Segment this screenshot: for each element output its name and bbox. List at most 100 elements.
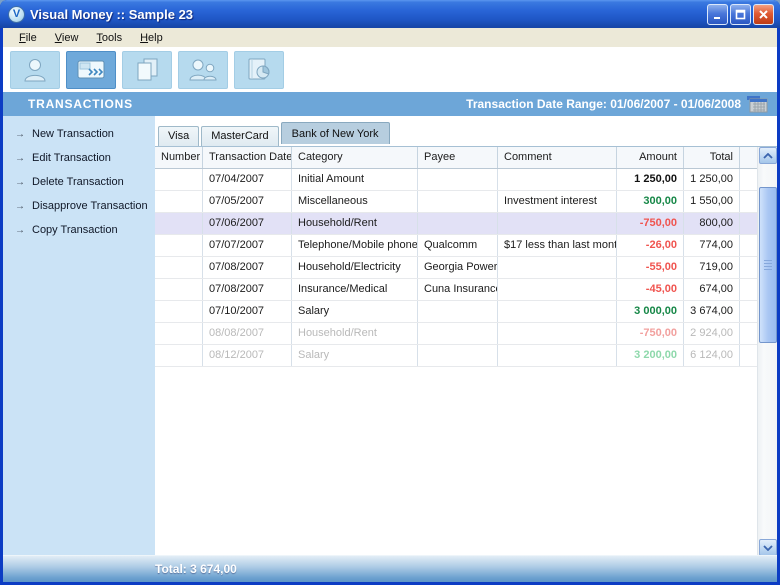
table-row[interactable]: 08/08/2007 Household/Rent -750,00 2 924,… bbox=[155, 323, 757, 345]
vertical-scrollbar[interactable] bbox=[757, 147, 777, 556]
column-header[interactable]: Amount bbox=[617, 147, 684, 168]
cell-category: Insurance/Medical bbox=[292, 279, 418, 300]
account-tab[interactable]: MasterCard bbox=[201, 126, 278, 146]
window-title: Visual Money :: Sample 23 bbox=[30, 7, 705, 22]
transactions-grid: NumberTransaction DateCategoryPayeeComme… bbox=[155, 146, 777, 555]
column-header[interactable]: Category bbox=[292, 147, 418, 168]
status-bar: Total: 3 674,00 bbox=[3, 555, 777, 582]
sidebar-action[interactable]: → Edit Transaction bbox=[3, 146, 155, 170]
menu-item[interactable]: File bbox=[10, 30, 46, 46]
toolbar-button-transactions[interactable] bbox=[66, 51, 116, 89]
account-tabs: VisaMasterCardBank of New York bbox=[155, 116, 777, 146]
cell-filler bbox=[740, 301, 757, 322]
grid-header-row: NumberTransaction DateCategoryPayeeComme… bbox=[155, 147, 757, 169]
table-row[interactable]: 07/06/2007 Household/Rent -750,00 800,00 bbox=[155, 213, 757, 235]
cell-number bbox=[155, 169, 203, 190]
cell-number bbox=[155, 301, 203, 322]
toolbar-button-payees[interactable] bbox=[178, 51, 228, 89]
cell-transaction-date: 08/12/2007 bbox=[203, 345, 292, 366]
cell-category: Household/Electricity bbox=[292, 257, 418, 278]
cell-total: 1 250,00 bbox=[684, 169, 740, 190]
grid-table: NumberTransaction DateCategoryPayeeComme… bbox=[155, 147, 757, 367]
cell-filler bbox=[740, 279, 757, 300]
arrow-icon: → bbox=[15, 201, 32, 212]
column-header[interactable] bbox=[740, 147, 757, 168]
cell-filler bbox=[740, 169, 757, 190]
menu-item[interactable]: View bbox=[46, 30, 88, 46]
cell-filler bbox=[740, 323, 757, 344]
cell-payee bbox=[418, 213, 498, 234]
menu-item[interactable]: Tools bbox=[87, 30, 131, 46]
table-row[interactable]: 07/04/2007 Initial Amount 1 250,00 1 250… bbox=[155, 169, 757, 191]
cell-total: 774,00 bbox=[684, 235, 740, 256]
cell-payee bbox=[418, 301, 498, 322]
cell-amount: 300,00 bbox=[617, 191, 684, 212]
table-row[interactable]: 07/08/2007 Insurance/Medical Cuna Insura… bbox=[155, 279, 757, 301]
section-header: TRANSACTIONS Transaction Date Range: 01/… bbox=[3, 92, 777, 116]
calendar-icon[interactable] bbox=[747, 96, 769, 113]
scroll-up-button[interactable] bbox=[759, 147, 777, 164]
person-icon bbox=[20, 56, 50, 84]
table-row[interactable]: 07/08/2007 Household/Electricity Georgia… bbox=[155, 257, 757, 279]
column-header[interactable]: Transaction Date bbox=[203, 147, 292, 168]
app-logo-icon: V bbox=[8, 6, 25, 23]
column-header[interactable]: Comment bbox=[498, 147, 617, 168]
column-header[interactable]: Total bbox=[684, 147, 740, 168]
cell-comment bbox=[498, 169, 617, 190]
date-range-label: Transaction Date Range: 01/06/2007 - 01/… bbox=[466, 97, 741, 111]
sidebar-action[interactable]: → Disapprove Transaction bbox=[3, 194, 155, 218]
arrow-icon: → bbox=[15, 153, 32, 164]
minimize-button[interactable] bbox=[707, 4, 728, 25]
cell-transaction-date: 07/07/2007 bbox=[203, 235, 292, 256]
table-row[interactable]: 08/12/2007 Salary 3 200,00 6 124,00 bbox=[155, 345, 757, 367]
window-body: FileViewToolsHelp bbox=[3, 28, 777, 582]
cell-amount: 3 000,00 bbox=[617, 301, 684, 322]
column-header[interactable]: Number bbox=[155, 147, 203, 168]
main-area: → New Transaction → Edit Transaction → D… bbox=[3, 116, 777, 555]
sidebar-action[interactable]: → Delete Transaction bbox=[3, 170, 155, 194]
maximize-button[interactable] bbox=[730, 4, 751, 25]
sidebar-action[interactable]: → Copy Transaction bbox=[3, 218, 155, 242]
cell-total: 719,00 bbox=[684, 257, 740, 278]
close-icon bbox=[757, 8, 770, 21]
card-arrows-icon bbox=[75, 57, 107, 83]
cell-transaction-date: 07/08/2007 bbox=[203, 279, 292, 300]
cell-filler bbox=[740, 191, 757, 212]
toolbar-button-copy[interactable] bbox=[122, 51, 172, 89]
arrow-icon: → bbox=[15, 225, 32, 236]
toolbar-button-accounts[interactable] bbox=[10, 51, 60, 89]
close-button[interactable] bbox=[753, 4, 774, 25]
cell-amount: -45,00 bbox=[617, 279, 684, 300]
column-header[interactable]: Payee bbox=[418, 147, 498, 168]
menu-item[interactable]: Help bbox=[131, 30, 172, 46]
cell-category: Household/Rent bbox=[292, 213, 418, 234]
cell-total: 800,00 bbox=[684, 213, 740, 234]
table-row[interactable]: 07/05/2007 Miscellaneous Investment inte… bbox=[155, 191, 757, 213]
cell-comment bbox=[498, 323, 617, 344]
account-tab[interactable]: Bank of New York bbox=[281, 122, 390, 144]
cell-total: 6 124,00 bbox=[684, 345, 740, 366]
cell-number bbox=[155, 213, 203, 234]
cell-category: Telephone/Mobile phone bbox=[292, 235, 418, 256]
scrollbar-thumb[interactable] bbox=[759, 187, 777, 343]
cell-payee bbox=[418, 191, 498, 212]
cell-category: Miscellaneous bbox=[292, 191, 418, 212]
cell-total: 1 550,00 bbox=[684, 191, 740, 212]
sidebar-action-label: Delete Transaction bbox=[32, 176, 124, 188]
scroll-down-button[interactable] bbox=[759, 539, 777, 556]
cell-comment bbox=[498, 301, 617, 322]
section-title: TRANSACTIONS bbox=[28, 97, 133, 111]
toolbar-button-reports[interactable] bbox=[234, 51, 284, 89]
title-bar[interactable]: V Visual Money :: Sample 23 bbox=[0, 0, 780, 28]
account-tab[interactable]: Visa bbox=[158, 126, 199, 146]
minimize-icon bbox=[711, 8, 724, 21]
cell-payee: Qualcomm bbox=[418, 235, 498, 256]
table-row[interactable]: 07/07/2007 Telephone/Mobile phone Qualco… bbox=[155, 235, 757, 257]
sidebar-action[interactable]: → New Transaction bbox=[3, 122, 155, 146]
cell-amount: -750,00 bbox=[617, 323, 684, 344]
cell-category: Salary bbox=[292, 301, 418, 322]
table-row[interactable]: 07/10/2007 Salary 3 000,00 3 674,00 bbox=[155, 301, 757, 323]
report-book-icon bbox=[244, 56, 274, 84]
documents-icon bbox=[132, 56, 162, 84]
cell-category: Household/Rent bbox=[292, 323, 418, 344]
